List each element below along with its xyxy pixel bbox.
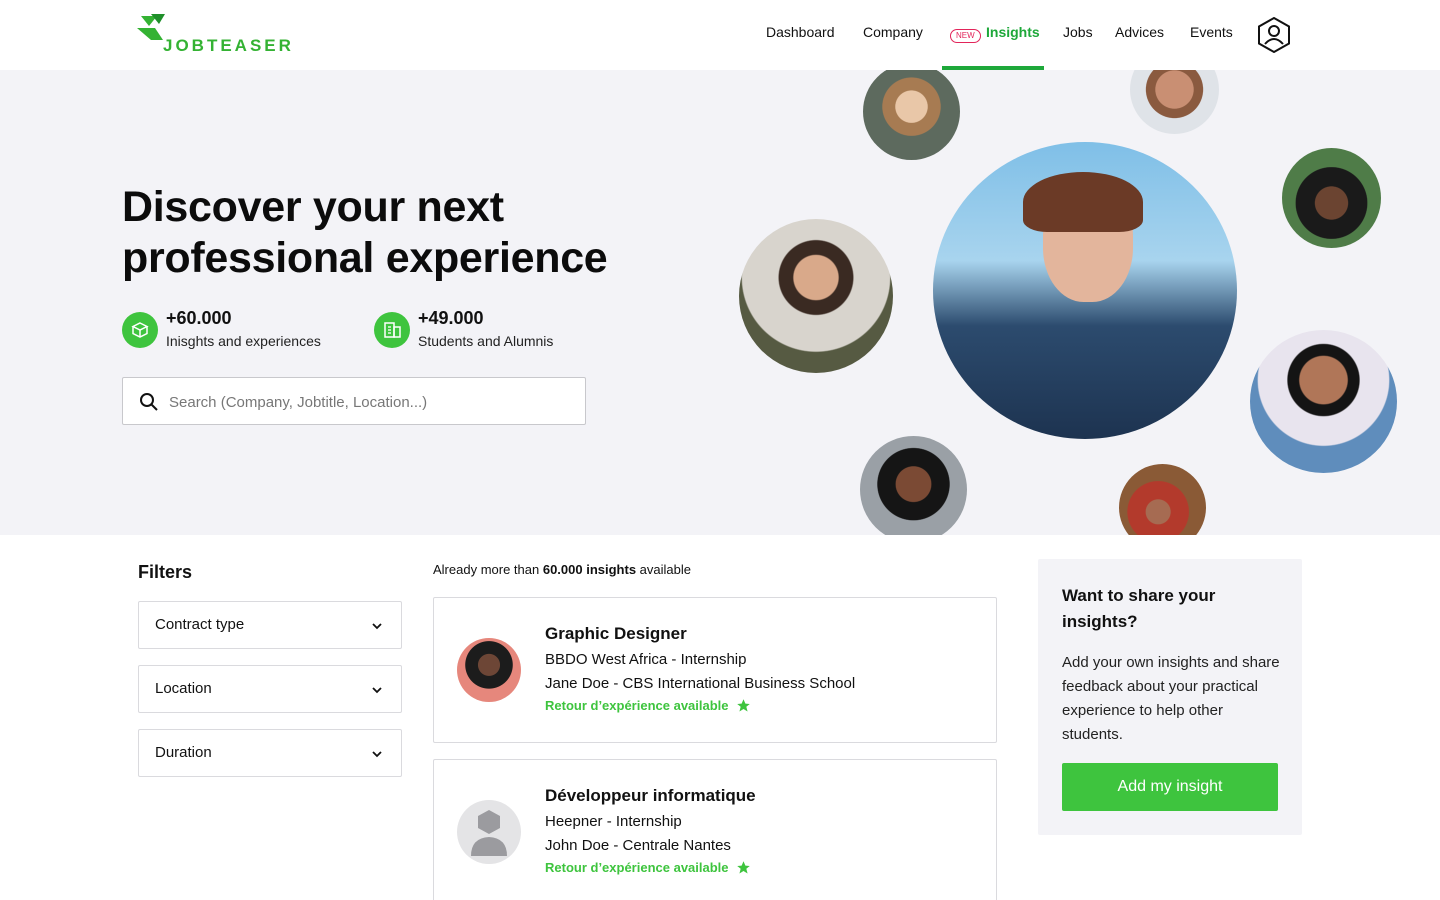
card-title: Graphic Designer	[545, 624, 687, 643]
building-icon	[374, 312, 410, 348]
user-profile-icon[interactable]	[1257, 17, 1291, 53]
chevron-down-icon	[372, 623, 382, 630]
search-icon	[140, 393, 158, 411]
star-icon	[736, 699, 750, 712]
nav-advices[interactable]: Advices	[1115, 24, 1164, 40]
nav-insights[interactable]: Insights	[986, 24, 1040, 40]
card-author: John Doe - Centrale Nantes	[545, 837, 731, 854]
portrait-bubble	[860, 436, 967, 535]
add-insight-button[interactable]: Add my insight	[1062, 763, 1278, 811]
star-icon	[736, 861, 750, 874]
portrait-bubble	[1130, 70, 1219, 134]
retour-available: Retour d’expérience available	[545, 860, 751, 875]
top-navbar: JOBTEASER Dashboard Company NEW Insights…	[0, 0, 1440, 70]
retour-text: Retour d’expérience available	[545, 860, 729, 875]
new-badge: NEW	[950, 29, 981, 43]
portrait-bubble-large	[933, 142, 1237, 439]
card-author: Jane Doe - CBS International Business Sc…	[545, 675, 856, 692]
portrait-bubble	[863, 70, 960, 160]
portrait-bubble	[1250, 330, 1397, 473]
hero-title: Discover your next professional experien…	[122, 182, 608, 284]
filter-label: Location	[155, 680, 212, 697]
filters-title: Filters	[138, 562, 193, 582]
jobteaser-logo[interactable]: JOBTEASER	[137, 14, 307, 58]
search-input[interactable]	[169, 390, 569, 414]
share-text: Add your own insights and share feedback…	[1062, 654, 1280, 743]
portrait-bubble	[739, 219, 893, 373]
results-count: Already more than 60.000 insights availa…	[433, 562, 691, 577]
hero-section: Discover your next professional experien…	[0, 70, 1440, 535]
filter-label: Duration	[155, 744, 212, 761]
share-insight-panel: Want to share your insights? Add your ow…	[1038, 559, 1302, 835]
insight-card[interactable]: Développeur informatique Heepner - Inter…	[433, 759, 997, 900]
hero-title-line2: professional experience	[122, 234, 608, 282]
retour-available: Retour d’expérience available	[545, 698, 751, 713]
card-company: Heepner - Internship	[545, 813, 682, 830]
portrait-bubble	[1119, 464, 1206, 535]
stat-label: Students and Alumnis	[418, 333, 554, 349]
count-prefix: Already more than	[433, 562, 543, 577]
card-title: Développeur informatique	[545, 786, 756, 805]
count-suffix: available	[636, 562, 691, 577]
person-icon	[471, 810, 507, 856]
count-bold: 60.000 insights	[542, 562, 637, 577]
avatar	[457, 638, 521, 702]
filter-label: Contract type	[155, 616, 245, 633]
nav-dashboard[interactable]: Dashboard	[766, 24, 835, 40]
share-title: Want to share your insights?	[1062, 586, 1216, 631]
chevron-down-icon	[372, 751, 382, 758]
chevron-down-icon	[372, 687, 382, 694]
stat-value: +60.000	[166, 308, 232, 328]
retour-text: Retour d’expérience available	[545, 698, 729, 713]
portrait-bubble	[1282, 148, 1381, 248]
insight-card[interactable]: Graphic Designer BBDO West Africa - Inte…	[433, 597, 997, 743]
filter-location[interactable]: Location	[138, 665, 402, 713]
filter-contract-type[interactable]: Contract type	[138, 601, 402, 649]
stat-value: +49.000	[418, 308, 484, 328]
hero-title-line1: Discover your next	[122, 183, 504, 231]
nav-jobs[interactable]: Jobs	[1063, 24, 1093, 40]
filter-duration[interactable]: Duration	[138, 729, 402, 777]
nav-events[interactable]: Events	[1190, 24, 1233, 40]
search-box[interactable]	[122, 377, 586, 425]
cube-icon	[122, 312, 158, 348]
card-company: BBDO West Africa - Internship	[545, 651, 747, 668]
stat-label: Inisghts and experiences	[166, 333, 321, 349]
nav-active-indicator	[942, 66, 1044, 70]
avatar-placeholder	[457, 800, 521, 864]
nav-company[interactable]: Company	[863, 24, 923, 40]
logo-text: JOBTEASER	[163, 36, 294, 55]
